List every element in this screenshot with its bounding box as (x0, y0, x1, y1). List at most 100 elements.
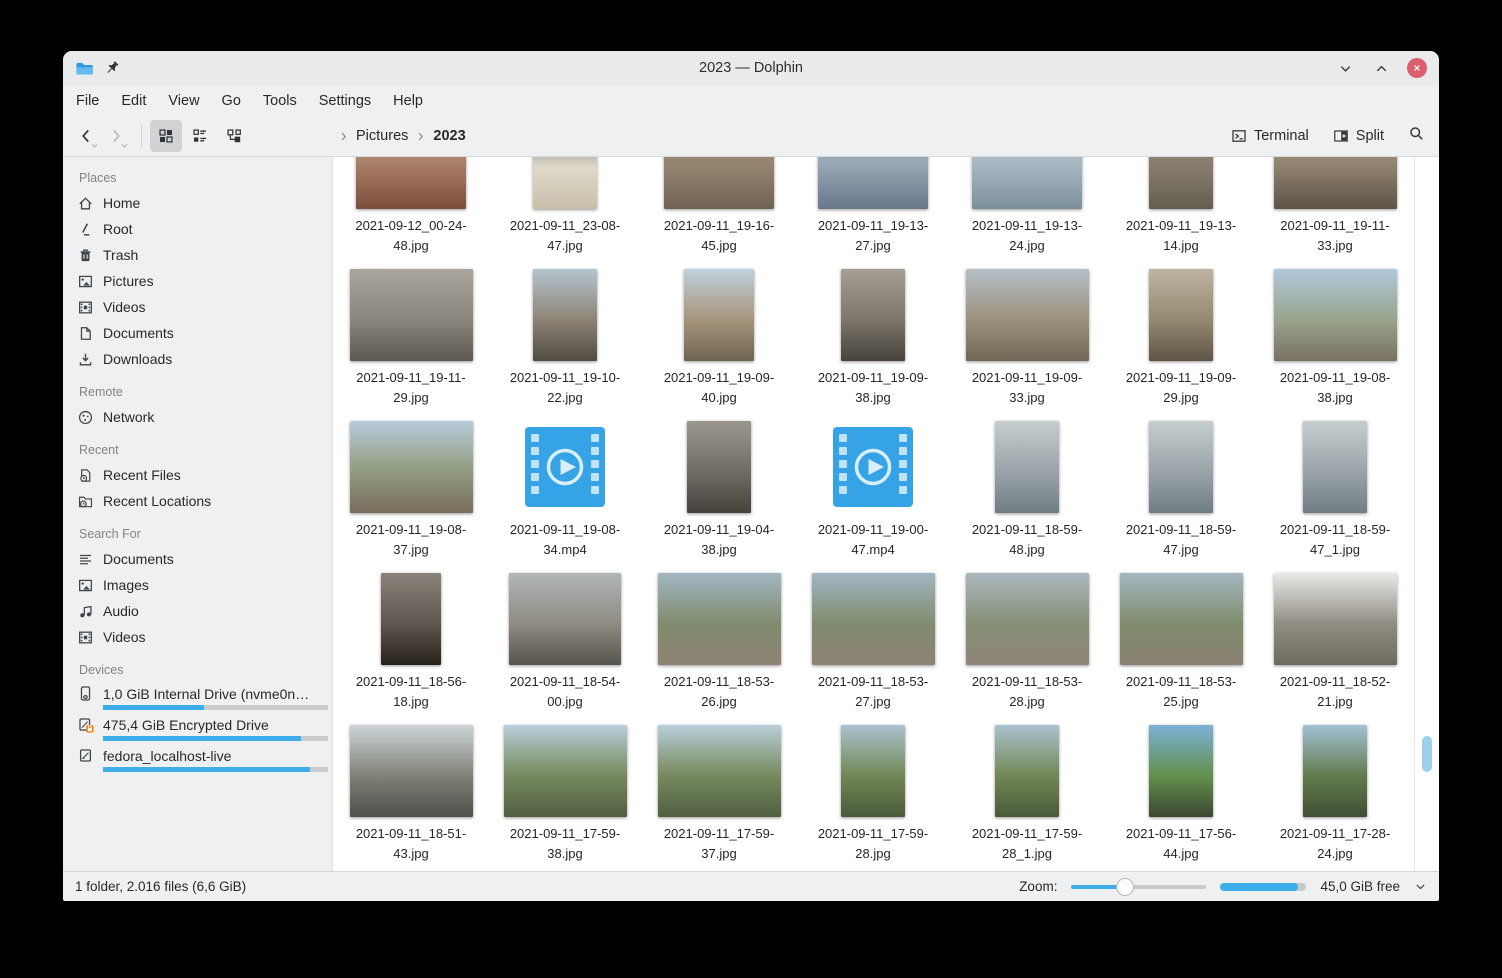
file-item[interactable]: 2021-09-11_19-13-27.jpg (796, 157, 950, 269)
trash-icon (77, 247, 94, 264)
device-label: 475,4 GiB Encrypted Drive (103, 717, 269, 733)
file-item[interactable]: 2021-09-11_18-59-48.jpg (950, 421, 1104, 573)
file-item[interactable]: 2021-09-11_19-11-33.jpg (1258, 157, 1412, 269)
menu-help[interactable]: Help (382, 93, 434, 109)
sidebar-item-documents[interactable]: Documents (77, 320, 328, 346)
minimize-button[interactable] (1335, 58, 1355, 78)
menu-view[interactable]: View (157, 93, 210, 109)
image-thumbnail (356, 157, 466, 209)
compact-view-button[interactable] (184, 120, 216, 152)
file-item[interactable]: 2021-09-11_19-09-29.jpg (1104, 269, 1258, 421)
zoom-slider-handle[interactable] (1116, 878, 1134, 896)
image-thumbnail (966, 269, 1089, 361)
zoom-slider[interactable] (1071, 878, 1206, 896)
breadcrumb-item-2023[interactable]: 2023 (433, 128, 465, 144)
file-item[interactable]: 2021-09-11_18-53-26.jpg (642, 573, 796, 725)
file-item[interactable]: 2021-09-11_18-56-18.jpg (334, 573, 488, 725)
sidebar-item-network[interactable]: Network (77, 404, 328, 430)
file-item[interactable]: 2021-09-11_19-04-38.jpg (642, 421, 796, 573)
back-dropdown-icon[interactable] (90, 141, 99, 150)
sidebar-item-recent-files[interactable]: Recent Files (77, 462, 328, 488)
sidebar-item-475-4-gib-encrypted-drive[interactable]: 475,4 GiB Encrypted Drive (77, 713, 328, 744)
terminal-label: Terminal (1254, 128, 1309, 144)
file-item[interactable]: 2021-09-11_18-53-27.jpg (796, 573, 950, 725)
sidebar-item-fedora-localhost-live[interactable]: fedora_localhost-live (77, 744, 328, 775)
device-usage-bar (103, 767, 328, 772)
sidebar-item-documents[interactable]: Documents (77, 546, 328, 572)
file-item[interactable]: 2021-09-11_23-08-47.jpg (488, 157, 642, 269)
search-button[interactable] (1408, 125, 1425, 147)
menu-go[interactable]: Go (211, 93, 252, 109)
file-item[interactable]: 2021-09-11_19-09-33.jpg (950, 269, 1104, 421)
file-item[interactable]: 2021-09-11_18-51-43.jpg (334, 725, 488, 871)
menu-tools[interactable]: Tools (252, 93, 308, 109)
icons-view-button[interactable] (150, 120, 182, 152)
menu-edit[interactable]: Edit (110, 93, 157, 109)
sidebar-item-root[interactable]: Root (77, 216, 328, 242)
file-item[interactable]: 2021-09-12_00-24-48.jpg (334, 157, 488, 269)
folder-view[interactable]: 2021-09-12_00-24-48.jpg 2021-09-11_23-08… (333, 157, 1439, 871)
file-item[interactable]: 2021-09-11_19-10-22.jpg (488, 269, 642, 421)
file-item[interactable]: 2021-09-11_19-08-34.mp4 (488, 421, 642, 573)
free-space-label: 45,0 GiB free (1320, 879, 1400, 894)
file-item[interactable]: 2021-09-11_19-09-40.jpg (642, 269, 796, 421)
titlebar[interactable]: 2023 — Dolphin (63, 51, 1439, 85)
sidebar-section-recent: Recent (79, 443, 328, 457)
image-thumbnail (1149, 725, 1213, 817)
sidebar-item-downloads[interactable]: Downloads (77, 346, 328, 372)
sidebar-item-images[interactable]: Images (77, 572, 328, 598)
close-button[interactable] (1407, 58, 1427, 78)
file-item[interactable]: 2021-09-11_19-09-38.jpg (796, 269, 950, 421)
image-thumbnail (818, 157, 928, 209)
sidebar-item-videos[interactable]: Videos (77, 294, 328, 320)
menu-file[interactable]: File (65, 93, 110, 109)
vertical-scrollbar[interactable] (1414, 157, 1439, 871)
sidebar-item-pictures[interactable]: Pictures (77, 268, 328, 294)
terminal-button[interactable]: Terminal (1231, 128, 1309, 144)
file-item[interactable]: 2021-09-11_17-59-37.jpg (642, 725, 796, 871)
file-item[interactable]: 2021-09-11_17-59-38.jpg (488, 725, 642, 871)
breadcrumb-item-pictures[interactable]: Pictures (356, 128, 408, 144)
file-item[interactable]: 2021-09-11_19-08-37.jpg (334, 421, 488, 573)
file-item[interactable]: 2021-09-11_19-13-24.jpg (950, 157, 1104, 269)
sidebar-section-search-for: Search For (79, 527, 328, 541)
file-item[interactable]: 2021-09-11_18-59-47_1.jpg (1258, 421, 1412, 573)
scrollbar-handle[interactable] (1422, 736, 1432, 772)
file-item[interactable]: 2021-09-11_18-53-25.jpg (1104, 573, 1258, 725)
file-item[interactable]: 2021-09-11_19-00-47.mp4 (796, 421, 950, 573)
file-name: 2021-09-11_19-11-29.jpg (356, 368, 465, 408)
sidebar-item-home[interactable]: Home (77, 190, 328, 216)
file-item[interactable]: 2021-09-11_18-59-47.jpg (1104, 421, 1258, 573)
file-name: 2021-09-11_18-59-48.jpg (972, 520, 1082, 560)
menu-settings[interactable]: Settings (308, 93, 382, 109)
breadcrumb-chevron-icon (415, 131, 426, 142)
forward-button[interactable] (103, 122, 129, 150)
file-item[interactable]: 2021-09-11_17-59-28_1.jpg (950, 725, 1104, 871)
back-button[interactable] (73, 122, 99, 150)
sidebar-item-trash[interactable]: Trash (77, 242, 328, 268)
file-item[interactable]: 2021-09-11_19-16-45.jpg (642, 157, 796, 269)
pin-icon[interactable] (104, 60, 120, 76)
sidebar-item-label: Videos (103, 299, 146, 315)
sidebar-item-audio[interactable]: Audio (77, 598, 328, 624)
file-item[interactable]: 2021-09-11_17-59-28.jpg (796, 725, 950, 871)
file-name: 2021-09-11_17-56-44.jpg (1126, 824, 1236, 864)
forward-dropdown-icon[interactable] (120, 141, 129, 150)
free-space-dropdown-icon[interactable] (1414, 880, 1427, 893)
split-button[interactable]: Split (1333, 128, 1384, 144)
sidebar-item-recent-locations[interactable]: Recent Locations (77, 488, 328, 514)
file-item[interactable]: 2021-09-11_19-13-14.jpg (1104, 157, 1258, 269)
maximize-button[interactable] (1371, 58, 1391, 78)
file-item[interactable]: 2021-09-11_17-56-44.jpg (1104, 725, 1258, 871)
file-item[interactable]: 2021-09-11_19-08-38.jpg (1258, 269, 1412, 421)
image-thumbnail (841, 725, 905, 817)
file-item[interactable]: 2021-09-11_18-54-00.jpg (488, 573, 642, 725)
sidebar-item-videos[interactable]: Videos (77, 624, 328, 650)
sidebar-item-1-0-gib-internal-drive-nvme0n[interactable]: 1,0 GiB Internal Drive (nvme0n… (77, 682, 328, 713)
file-item[interactable]: 2021-09-11_17-28-24.jpg (1258, 725, 1412, 871)
file-item[interactable]: 2021-09-11_18-52-21.jpg (1258, 573, 1412, 725)
image-thumbnail (1303, 421, 1367, 513)
details-view-button[interactable] (218, 120, 250, 152)
file-item[interactable]: 2021-09-11_19-11-29.jpg (334, 269, 488, 421)
file-item[interactable]: 2021-09-11_18-53-28.jpg (950, 573, 1104, 725)
